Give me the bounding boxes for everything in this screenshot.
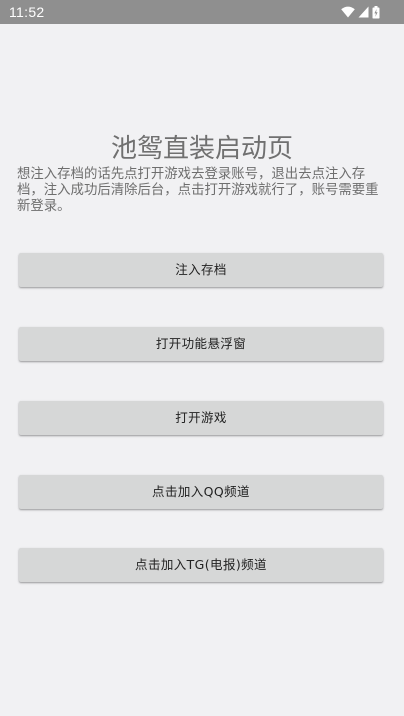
battery-icon	[372, 5, 380, 19]
page-title: 池鸳直装启动页	[110, 134, 293, 164]
status-time: 11:52	[9, 4, 45, 20]
status-icons	[341, 5, 380, 19]
inject-save-button[interactable]: 注入存档	[19, 253, 383, 287]
join-qq-channel-button[interactable]: 点击加入QQ频道	[19, 475, 383, 509]
status-bar: 11:52	[0, 0, 404, 24]
open-game-button[interactable]: 打开游戏	[19, 401, 383, 435]
signal-icon	[358, 6, 369, 18]
open-floating-window-button[interactable]: 打开功能悬浮窗	[19, 327, 383, 361]
join-tg-channel-button[interactable]: 点击加入TG(电报)频道	[19, 548, 383, 582]
wifi-icon	[341, 6, 355, 18]
instructions-text: 想注入存档的话先点打开游戏去登录账号，退出去点注入存档，注入成功后清除后台，点击…	[17, 167, 379, 214]
